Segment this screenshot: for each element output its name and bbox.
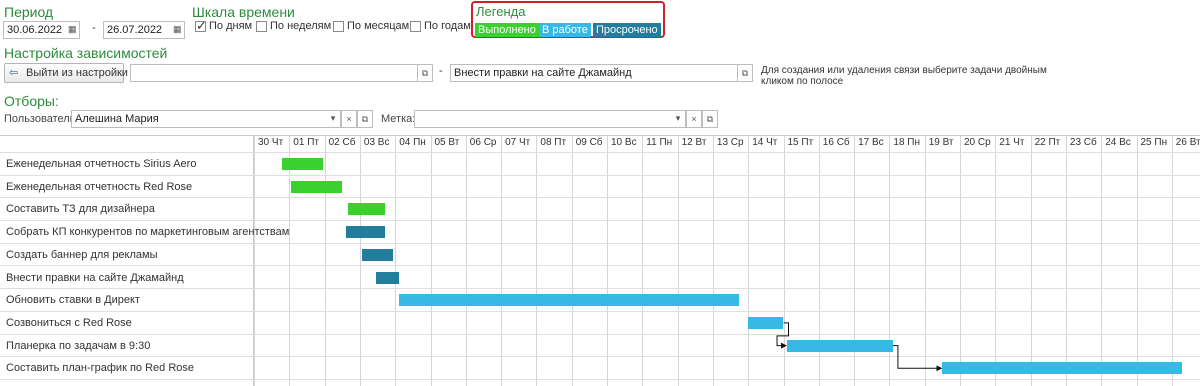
dependency-separator: -	[439, 65, 443, 77]
task-bar[interactable]	[361, 248, 394, 261]
legend-done: Выполнено	[475, 23, 539, 37]
task-row: Составить ТЗ для дизайнера	[0, 198, 1200, 222]
task-row: Собрать КП конкурентов по маркетинговым …	[0, 221, 1200, 244]
day-label: 10 Вс	[611, 137, 637, 148]
day-label: 04 Пн	[399, 137, 426, 148]
timescale-option-label: По неделям	[270, 20, 332, 32]
user-field[interactable]: Алешина Мария	[71, 110, 341, 128]
user-value: Алешина Мария	[75, 113, 159, 125]
task-name: Созвониться с Red Rose	[6, 316, 132, 329]
timescale-title: Шкала времени	[192, 4, 295, 20]
task-bar[interactable]	[347, 203, 385, 216]
period-separator: -	[92, 22, 96, 34]
task-bar[interactable]	[942, 362, 1183, 375]
day-label: 08 Пт	[540, 137, 567, 148]
open-icon[interactable]: ⧉	[417, 64, 433, 82]
task-row: Внести правки на сайте Джамайнд	[0, 267, 1200, 290]
task-bar[interactable]	[398, 294, 740, 307]
task-row: Планерка по задачам в 9:30	[0, 335, 1200, 358]
legend-in-progress: В работе	[539, 23, 591, 37]
task-name: Планерка по задачам в 9:30	[6, 339, 151, 352]
clear-icon[interactable]: ×	[686, 110, 702, 128]
open-icon[interactable]: ⧉	[702, 110, 718, 128]
exit-settings-button[interactable]: ⇦ Выйти из настройки	[4, 63, 128, 83]
task-bar[interactable]	[748, 316, 784, 329]
timescale-checkbox[interactable]: ✓	[195, 18, 207, 33]
exit-icon: ⇦	[9, 67, 19, 79]
legend-title: Легенда	[476, 4, 526, 19]
day-label: 30 Чт	[258, 137, 284, 148]
task-row: Еженедельная отчетность Sirius Aero	[0, 153, 1200, 176]
task-bar[interactable]	[375, 271, 399, 284]
calendar-icon[interactable]: ▦	[68, 24, 77, 35]
day-label: 05 Вт	[434, 137, 460, 148]
day-label: 21 Чт	[999, 137, 1025, 148]
day-label: 17 Вс	[858, 137, 884, 148]
day-label: 03 Вс	[363, 137, 390, 148]
dropdown-icon[interactable]: ▾	[325, 110, 341, 128]
task-name: Еженедельная отчетность Sirius Aero	[6, 158, 197, 170]
day-label: 07 Чт	[505, 137, 531, 148]
dependency-to-field[interactable]: Внести правки на сайте Джамайнд	[450, 64, 742, 82]
period-from-value: 30.06.2022	[7, 24, 63, 36]
day-label: 22 Пт	[1034, 137, 1061, 148]
day-label: 13 Ср	[716, 137, 744, 148]
day-label: 01 Пт	[293, 137, 319, 148]
day-label: 06 Ср	[469, 137, 497, 148]
task-bar[interactable]	[282, 158, 323, 170]
timescale-checkbox[interactable]	[410, 21, 421, 32]
day-label: 12 Вт	[681, 137, 707, 148]
timescale-checkbox[interactable]	[256, 21, 267, 32]
day-label: 26 Вт	[1175, 137, 1200, 148]
day-label: 15 Пт	[787, 137, 814, 148]
task-name: Собрать КП конкурентов по маркетинговым …	[6, 226, 290, 239]
legend-overdue: Просрочено	[593, 23, 661, 37]
day-label: 11 Пн	[646, 137, 673, 148]
day-label: 14 Чт	[752, 137, 778, 148]
tag-field[interactable]	[414, 110, 686, 128]
task-name: Обновить ставки в Директ	[6, 294, 140, 307]
task-name: Составить ТЗ для дизайнера	[6, 203, 155, 216]
task-name: Создать баннер для рекламы	[6, 248, 158, 261]
dependency-from-field[interactable]	[130, 64, 418, 82]
task-name: Внести правки на сайте Джамайнд	[6, 271, 184, 284]
clear-icon[interactable]: ×	[341, 110, 357, 128]
day-label: 16 Сб	[822, 137, 850, 148]
task-bar[interactable]	[345, 226, 385, 239]
exit-settings-label: Выйти из настройки	[26, 67, 128, 79]
day-label: 09 Сб	[575, 137, 603, 148]
task-bar[interactable]	[291, 180, 343, 193]
dependency-hint: Для создания или удаления связи выберите…	[761, 65, 1047, 87]
task-row: Создать баннер для рекламы	[0, 244, 1200, 267]
calendar-icon[interactable]: ▦	[173, 24, 182, 35]
task-name: Еженедельная отчетность Red Rose	[6, 180, 193, 193]
day-label: 23 Сб	[1069, 137, 1097, 148]
timescale-option-label: По месяцам	[347, 20, 410, 32]
timescale-checkbox[interactable]	[333, 21, 344, 32]
period-to-value: 26.07.2022	[107, 24, 163, 36]
gantt-chart: 30 Чт 01 Пт 02 Сб 03 Вс 04 Пн 05 Вт 06 Ср 07 Чт…	[0, 135, 1200, 386]
open-icon[interactable]: ⧉	[357, 110, 373, 128]
deps-title: Настройка зависимостей	[4, 45, 168, 61]
tag-label: Метка:	[381, 113, 416, 125]
day-label: 18 Пн	[893, 137, 921, 148]
open-icon[interactable]: ⧉	[737, 64, 753, 82]
task-row: Созвониться с Red Rose	[0, 312, 1200, 335]
filters-title: Отборы:	[4, 93, 59, 109]
user-label: Пользователь:	[4, 113, 79, 125]
dependency-to-value: Внести правки на сайте Джамайнд	[454, 67, 632, 79]
legend-box: Легенда Выполнено В работе Просрочено	[471, 1, 665, 38]
timescale-option-label: По дням	[209, 20, 253, 32]
day-label: 24 Вс	[1105, 137, 1131, 148]
dropdown-icon[interactable]: ▾	[670, 110, 686, 128]
timescale-option-label: По годам	[424, 20, 471, 32]
day-label: 25 Пн	[1140, 137, 1168, 148]
task-name: Составить план-график по Red Rose	[6, 362, 194, 375]
day-label: 20 Ср	[964, 137, 991, 148]
task-bar[interactable]	[787, 339, 893, 352]
task-row: Еженедельная отчетность Red Rose	[0, 176, 1200, 199]
period-title: Период	[4, 4, 54, 20]
day-label: 02 Сб	[328, 137, 356, 148]
day-label: 19 Вт	[928, 137, 954, 148]
